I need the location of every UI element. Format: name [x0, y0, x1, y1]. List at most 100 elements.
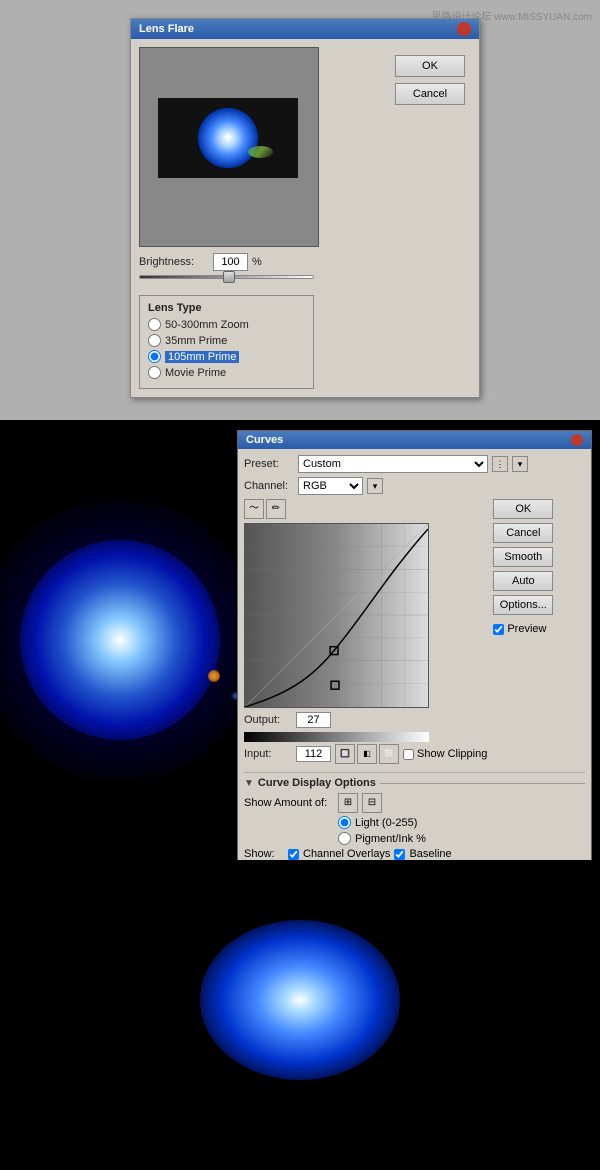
brightness-slider-thumb[interactable] [223, 271, 235, 283]
light-radio-row: Light (0-255) [244, 816, 585, 829]
lens-flare-preview-area: + Brightness: 100 % Lens Type [139, 47, 379, 389]
curves-titlebar: Curves [238, 431, 591, 449]
output-row: Output: [244, 712, 487, 728]
channel-menu-button[interactable]: ▾ [367, 478, 383, 494]
grid-10x10-button[interactable]: ⊟ [362, 793, 382, 813]
cancel-button[interactable]: Cancel [395, 83, 465, 105]
lens-type-box: Lens Type 50-300mm Zoom 35mm Prime 105mm… [139, 295, 314, 389]
channel-overlays-label: Channel Overlays [303, 848, 390, 860]
radio-105mm-label: 105mm Prime [165, 351, 239, 363]
grid-btns: ⊞ ⊟ [338, 793, 382, 813]
preview-canvas-inner[interactable]: + [158, 98, 298, 178]
curve-pencil-tool[interactable]: 〜 [244, 499, 264, 519]
preset-load-button[interactable]: ▾ [512, 456, 528, 472]
radio-105mm[interactable]: 105mm Prime [148, 350, 305, 363]
brightness-input[interactable]: 100 [213, 253, 248, 271]
dialog-buttons: OK Cancel [389, 47, 471, 389]
lens-flare-dialog: Lens Flare + Brightness: 100 % [130, 18, 480, 398]
curves-body: Preset: Custom ⋮ ▾ Channel: RGB ▾ [238, 449, 591, 884]
section-collapse-arrow[interactable]: ▼ [244, 778, 254, 789]
brightness-slider-track[interactable] [139, 275, 314, 279]
preview-checkbox[interactable] [493, 624, 504, 635]
glow-artifact-right [208, 670, 220, 682]
flare-artifact [248, 146, 273, 158]
glow-small [200, 920, 400, 1080]
radio-35mm-label: 35mm Prime [165, 335, 227, 347]
show-row1: Show: Channel Overlays Baseline [244, 848, 585, 860]
brightness-slider-row [139, 275, 379, 289]
curves-graph-container: 〜 ✏ [244, 499, 487, 764]
curves-graph[interactable] [244, 523, 429, 708]
brightness-label: Brightness: [139, 256, 209, 268]
curves-auto-button[interactable]: Auto [493, 571, 553, 591]
eyedrop-gray-button[interactable]: ◧ [357, 744, 377, 764]
preview-canvas-outer: + [139, 47, 319, 247]
show-clipping-label: Show Clipping [417, 748, 487, 760]
lens-flare-titlebar: Lens Flare [131, 19, 479, 39]
input-input[interactable] [296, 746, 331, 762]
curves-close-button[interactable] [571, 434, 583, 446]
preset-label: Preset: [244, 458, 294, 470]
pigment-radio-row: Pigment/Ink % [244, 832, 585, 845]
pigment-label: Pigment/Ink % [355, 833, 426, 845]
lens-flare-body: + Brightness: 100 % Lens Type [131, 39, 479, 397]
radio-35mm[interactable]: 35mm Prime [148, 334, 305, 347]
grid-4x4-button[interactable]: ⊞ [338, 793, 358, 813]
show-clipping-checkbox[interactable] [403, 749, 414, 760]
show-amount-row: Show Amount of: ⊞ ⊟ [244, 793, 585, 813]
radio-105mm-input[interactable] [148, 350, 161, 363]
light-radio[interactable] [338, 816, 351, 829]
brightness-unit: % [252, 256, 262, 268]
section-header: ▼ Curve Display Options [244, 777, 585, 789]
input-label: Input: [244, 748, 292, 760]
lens-flare-close-button[interactable] [457, 22, 471, 36]
preset-menu-button[interactable]: ⋮ [492, 456, 508, 472]
lens-type-title: Lens Type [148, 302, 305, 314]
channel-label: Channel: [244, 480, 294, 492]
preset-select[interactable]: Custom [298, 455, 488, 473]
curves-title: Curves [246, 434, 283, 446]
eyedrop-buttons: 🔲 ◧ ⬜ [335, 744, 399, 764]
curves-dialog: Curves Preset: Custom ⋮ ▾ Channel: RGB ▾ [237, 430, 592, 885]
lens-glow-large [0, 490, 270, 790]
radio-movie[interactable]: Movie Prime [148, 366, 305, 379]
output-label: Output: [244, 714, 292, 726]
section-curves: Curves Preset: Custom ⋮ ▾ Channel: RGB ▾ [0, 420, 600, 860]
baseline-checkbox[interactable] [394, 849, 405, 860]
radio-50-300[interactable]: 50-300mm Zoom [148, 318, 305, 331]
curves-smooth-button[interactable]: Smooth [493, 547, 553, 567]
curves-svg [245, 524, 428, 707]
brightness-row: Brightness: 100 % [139, 253, 379, 271]
preset-row: Preset: Custom ⋮ ▾ [244, 455, 585, 473]
show-clipping-row: Show Clipping [403, 748, 487, 760]
eyedrop-white-button[interactable]: ⬜ [379, 744, 399, 764]
curve-display-options-title: Curve Display Options [258, 777, 376, 789]
radio-35mm-input[interactable] [148, 334, 161, 347]
eyedrop-black-button[interactable]: 🔲 [335, 744, 355, 764]
pigment-radio[interactable] [338, 832, 351, 845]
radio-movie-input[interactable] [148, 366, 161, 379]
curve-hand-tool[interactable]: ✏ [266, 499, 286, 519]
show-label: Show: [244, 848, 284, 860]
ok-button[interactable]: OK [395, 55, 465, 77]
curves-options-button[interactable]: Options... [493, 595, 553, 615]
show-amount-label: Show Amount of: [244, 797, 334, 809]
radio-movie-label: Movie Prime [165, 367, 226, 379]
section-divider [380, 783, 585, 784]
channel-row: Channel: RGB ▾ [244, 477, 585, 495]
channel-overlays-checkbox[interactable] [288, 849, 299, 860]
channel-select[interactable]: RGB [298, 477, 363, 495]
glow-mid [20, 540, 220, 740]
curves-main-area: 〜 ✏ [244, 499, 585, 764]
preview-label: Preview [507, 623, 546, 635]
flare-cross-icon: + [223, 129, 232, 147]
curves-tools-row: 〜 ✏ [244, 499, 487, 519]
curves-cancel-button[interactable]: Cancel [493, 523, 553, 543]
gradient-bar-bottom [244, 732, 429, 742]
curves-ok-button[interactable]: OK [493, 499, 553, 519]
section-lens-flare: 思路设计论坛 www.MISSYUAN.com Lens Flare + Bri… [0, 0, 600, 420]
input-row: Input: 🔲 ◧ ⬜ Show Clipping [244, 744, 487, 764]
radio-50-300-input[interactable] [148, 318, 161, 331]
output-input[interactable] [296, 712, 331, 728]
radio-50-300-label: 50-300mm Zoom [165, 319, 249, 331]
